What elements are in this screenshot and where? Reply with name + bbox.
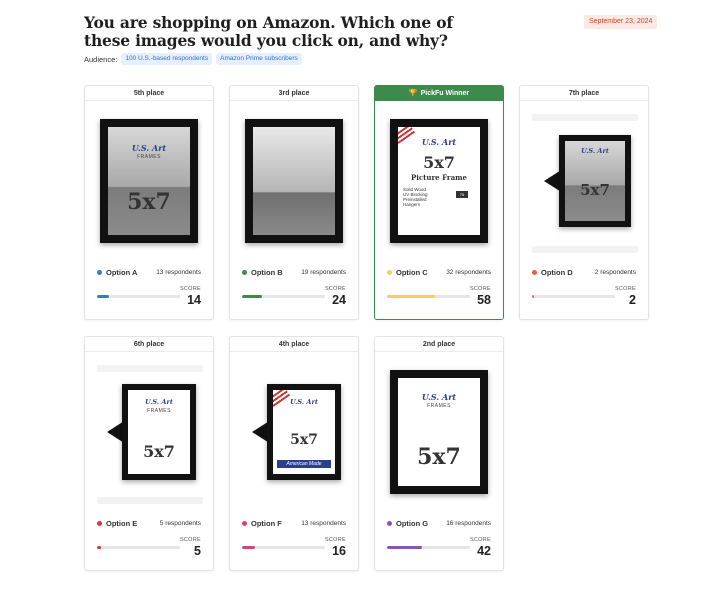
audience-row: Audience: 100 U.S.-based respondents Ama…: [84, 53, 302, 65]
option-label: Option B: [251, 267, 283, 277]
option-label: Option D: [541, 267, 573, 277]
brand-logo: U.S. Art: [131, 143, 167, 153]
brand-logo: U.S. Art: [421, 392, 457, 402]
score-label: SCORE: [324, 286, 346, 292]
option-image[interactable]: [230, 108, 358, 254]
brand-logo: U.S. Art: [290, 398, 318, 406]
option-label: Option C: [396, 267, 428, 277]
option-card-winner[interactable]: 🏆 PickFu Winner U.S. Art 5x7 Picture Fram…: [374, 85, 504, 320]
respondents-count: 2 respondents: [594, 268, 636, 276]
option-card[interactable]: 3rd place Option B 19 respondents SCORE …: [229, 85, 359, 320]
brand-sub: FRAMES: [427, 403, 451, 409]
audience-label: Audience:: [84, 54, 118, 64]
score-bar: [97, 295, 180, 298]
option-color-dot: [532, 269, 537, 275]
brand-sub: FRAMES: [147, 408, 171, 414]
score-value: 2: [629, 293, 636, 307]
score-bar: [387, 546, 470, 549]
page-title: You are shopping on Amazon. Which one of…: [84, 13, 453, 50]
option-card[interactable]: 5th place U.S. Art FRAMES 5x7 Option A 1…: [84, 85, 214, 320]
respondents-count: 19 respondents: [301, 268, 346, 276]
respondents-count: 32 respondents: [446, 268, 491, 276]
place-label: 3rd place: [230, 86, 358, 101]
product-subtitle: Picture Frame: [410, 173, 468, 182]
option-card[interactable]: 4th place U.S. Art 5x7 American Made Opt…: [229, 336, 359, 571]
option-label: Option G: [396, 518, 429, 528]
place-label: 5th place: [85, 86, 213, 101]
place-label: PickFu Winner: [420, 90, 470, 97]
trophy-icon: 🏆: [408, 90, 418, 97]
option-label: Option A: [106, 267, 138, 277]
american-made-banner: American Made: [277, 460, 331, 468]
score-value: 16: [332, 544, 346, 558]
option-image[interactable]: U.S. Art 5x7 Picture Frame Solid Wood UV…: [375, 108, 503, 254]
size-text: 5x7: [143, 442, 175, 461]
score-bar: [97, 546, 180, 549]
option-image[interactable]: U.S. Art FRAMES 5x7: [85, 359, 213, 505]
winner-header: 🏆 PickFu Winner: [375, 86, 503, 101]
option-label: Option E: [106, 518, 138, 528]
date-badge: September 23, 2024: [584, 15, 658, 29]
brand-logo: U.S. Art: [581, 147, 609, 155]
score-bar: [242, 295, 325, 298]
score-label: SCORE: [179, 286, 201, 292]
score-value: 5: [194, 544, 201, 558]
uv-badge: 75: [456, 191, 468, 198]
score-value: 24: [332, 293, 346, 307]
score-label: SCORE: [179, 537, 201, 543]
score-label: SCORE: [469, 286, 491, 292]
respondents-count: 13 respondents: [156, 268, 201, 276]
size-text: 5x7: [417, 444, 461, 470]
audience-tag[interactable]: 100 U.S.-based respondents: [121, 53, 213, 65]
size-text: 5x7: [580, 181, 610, 199]
score-bar: [532, 295, 615, 298]
option-color-dot: [387, 520, 392, 526]
option-card[interactable]: 2nd place U.S. Art FRAMES 5x7 Option G 1…: [374, 336, 504, 571]
option-image[interactable]: U.S. Art 5x7 American Made: [230, 359, 358, 505]
respondents-count: 16 respondents: [446, 519, 491, 527]
respondents-count: 13 respondents: [301, 519, 346, 527]
size-text: 5x7: [127, 189, 171, 215]
score-bar: [387, 295, 470, 298]
place-label: 7th place: [520, 86, 648, 101]
score-value: 42: [477, 544, 491, 558]
score-value: 14: [187, 293, 201, 307]
place-label: 6th place: [85, 337, 213, 352]
audience-tag[interactable]: Amazon Prime subscribers: [216, 53, 302, 65]
place-label: 2nd place: [375, 337, 503, 352]
score-label: SCORE: [469, 537, 491, 543]
option-card[interactable]: 7th place U.S. Art 5x7 Option D 2 respon…: [519, 85, 649, 320]
option-color-dot: [97, 520, 102, 526]
score-value: 58: [477, 293, 491, 307]
respondents-count: 5 respondents: [159, 519, 201, 527]
option-color-dot: [387, 269, 392, 275]
score-label: SCORE: [614, 286, 636, 292]
brand-logo: U.S. Art: [145, 398, 173, 406]
option-color-dot: [242, 520, 247, 526]
option-card[interactable]: 6th place U.S. Art FRAMES 5x7 Option E 5…: [84, 336, 214, 571]
option-image[interactable]: U.S. Art FRAMES 5x7: [375, 359, 503, 505]
option-color-dot: [97, 269, 102, 275]
score-label: SCORE: [324, 537, 346, 543]
option-image[interactable]: U.S. Art 5x7: [520, 108, 648, 254]
score-bar: [242, 546, 325, 549]
place-label: 4th place: [230, 337, 358, 352]
option-image[interactable]: U.S. Art FRAMES 5x7: [85, 108, 213, 254]
size-text: 5x7: [423, 153, 455, 172]
option-color-dot: [242, 269, 247, 275]
size-text: 5x7: [290, 432, 318, 448]
product-specs: Solid Wood UV Blocking Preinstalled Hang…: [403, 187, 428, 207]
option-label: Option F: [251, 518, 282, 528]
brand-sub: FRAMES: [137, 154, 161, 160]
brand-logo: U.S. Art: [421, 137, 457, 147]
